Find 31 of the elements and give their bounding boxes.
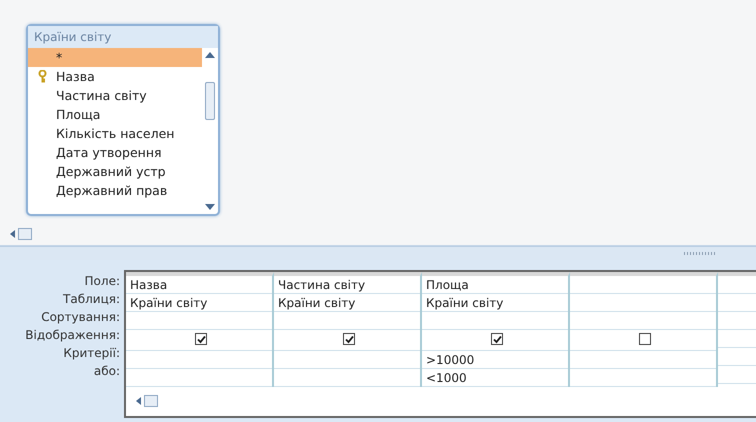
field-item[interactable]: * <box>28 48 202 67</box>
field-item[interactable]: Державний устр <box>28 162 202 181</box>
field-item[interactable]: Кількість населен <box>28 124 202 143</box>
grid-cell-text[interactable]: Площа <box>426 278 469 292</box>
field-name: Назва <box>56 69 95 84</box>
grid-cell-text[interactable]: Назва <box>130 278 168 292</box>
field-name: * <box>56 50 62 65</box>
field-name: Площа <box>56 107 100 122</box>
field-name: Державний устр <box>56 164 166 179</box>
row-label: Сортування: <box>40 309 121 326</box>
row-label: Критерії: <box>62 345 121 362</box>
grid-cell-text[interactable]: >10000 <box>426 353 474 367</box>
row-label: Таблиця: <box>62 291 121 308</box>
field-name: Державний прав <box>56 183 168 198</box>
row-label: Поле: <box>84 273 121 290</box>
grid-cell-text[interactable]: Країни світу <box>278 296 356 310</box>
field-name: Частина світу <box>56 88 147 103</box>
row-label: Відображення: <box>24 327 121 344</box>
field-item[interactable]: Частина світу <box>28 86 202 105</box>
field-item[interactable]: Дата утворення <box>28 143 202 162</box>
field-name: Кількість населен <box>56 126 174 141</box>
grid-cell-text[interactable]: <1000 <box>426 371 467 385</box>
field-name: Дата утворення <box>56 145 162 160</box>
field-item[interactable]: Назва <box>28 67 202 86</box>
field-item[interactable]: Площа <box>28 105 202 124</box>
row-label: або: <box>92 363 121 380</box>
grid-cell-text[interactable]: Країни світу <box>130 296 208 310</box>
table-title: Країни світу <box>28 26 218 48</box>
grid-cell-text[interactable]: Країни світу <box>426 296 504 310</box>
field-item[interactable]: Державний прав <box>28 181 202 200</box>
grid-cell-text[interactable]: Частина світу <box>278 278 366 292</box>
